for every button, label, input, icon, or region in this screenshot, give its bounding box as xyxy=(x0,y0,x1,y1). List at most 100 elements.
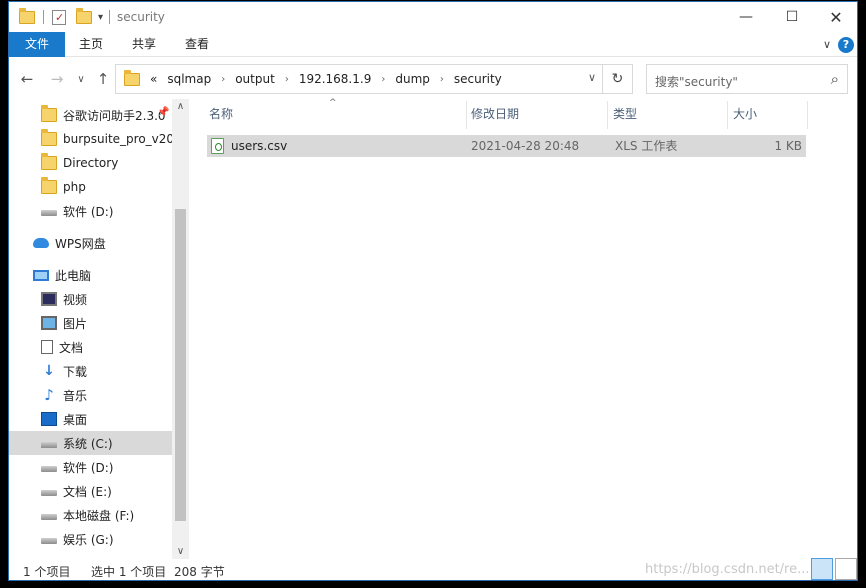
breadcrumb-separator-icon[interactable]: › xyxy=(440,74,444,85)
search-icon[interactable]: ⌕ xyxy=(831,70,839,88)
sidebar-item-label: 图片 xyxy=(63,316,88,331)
maximize-button[interactable]: ☐ xyxy=(769,2,815,32)
document-icon xyxy=(41,340,53,354)
csv-file-icon xyxy=(211,138,224,154)
sidebar-item-label: 谷歌访问助手2.3.0 xyxy=(63,108,166,123)
cloud-icon xyxy=(33,238,49,248)
breadcrumb-sqlmap[interactable]: sqlmap xyxy=(167,72,211,86)
sidebar-item-google-helper[interactable]: 谷歌访问助手2.3.0 xyxy=(9,103,172,127)
sidebar-item-system-c[interactable]: 系统 (C:) xyxy=(9,431,172,455)
quick-access-toolbar: ✓ ▾ xyxy=(19,7,111,26)
breadcrumb-output[interactable]: output xyxy=(235,72,275,86)
properties-check-icon[interactable]: ✓ xyxy=(52,9,66,25)
sidebar-item-label: 娱乐 (G:) xyxy=(63,532,114,547)
breadcrumb-security[interactable]: security xyxy=(454,72,502,86)
sidebar-item-pictures[interactable]: 图片 xyxy=(9,311,172,335)
sidebar-item-music[interactable]: ♪ 音乐 xyxy=(9,383,172,407)
forward-arrow-icon[interactable]: → xyxy=(47,70,67,88)
column-header-type[interactable]: 类型 xyxy=(609,99,727,129)
selection-size: 208 字节 xyxy=(174,565,225,579)
column-divider[interactable] xyxy=(807,101,808,129)
sidebar-item-directory[interactable]: Directory xyxy=(9,151,172,175)
sidebar-item-documents-e[interactable]: 文档 (E:) xyxy=(9,479,172,503)
column-divider[interactable] xyxy=(607,101,608,129)
address-bar[interactable]: « sqlmap › output › 192.168.1.9 › dump ›… xyxy=(115,64,633,94)
breadcrumb-ip[interactable]: 192.168.1.9 xyxy=(299,72,372,86)
picture-icon xyxy=(41,316,57,330)
sidebar-item-downloads[interactable]: ↓ 下载 xyxy=(9,359,172,383)
details-view-button[interactable] xyxy=(811,558,833,580)
close-button[interactable]: ✕ xyxy=(813,2,857,32)
scroll-up-icon[interactable]: ∧ xyxy=(172,101,189,112)
drive-icon xyxy=(41,466,57,472)
file-modified: 2021-04-28 20:48 xyxy=(471,139,580,153)
scrollbar-thumb[interactable] xyxy=(175,209,186,521)
breadcrumb-overflow[interactable]: « xyxy=(150,72,157,86)
sidebar-item-software-d[interactable]: 软件 (D:) xyxy=(9,455,172,479)
breadcrumb-separator-icon[interactable]: › xyxy=(381,74,385,85)
scroll-down-icon[interactable]: ∨ xyxy=(172,546,189,557)
pin-icon[interactable]: 📌 xyxy=(157,107,169,118)
title-bar: ✓ ▾ security — ☐ ✕ xyxy=(9,2,857,32)
sidebar-item-videos[interactable]: 视频 xyxy=(9,287,172,311)
large-icons-view-button[interactable] xyxy=(835,558,857,580)
sidebar-item-documents[interactable]: 文档 xyxy=(9,335,172,359)
new-folder-icon[interactable] xyxy=(76,7,92,24)
sidebar-item-label: 本地磁盘 (F:) xyxy=(63,508,135,523)
sidebar-item-label: 视频 xyxy=(63,292,88,307)
sidebar-scrollbar[interactable]: ∧ ∨ xyxy=(172,99,189,559)
back-arrow-icon[interactable]: ← xyxy=(17,70,37,88)
sidebar-item-label: 软件 (D:) xyxy=(63,204,114,219)
breadcrumb-dump[interactable]: dump xyxy=(395,72,430,86)
toolbar-divider xyxy=(43,10,44,24)
column-header-name[interactable]: 名称 xyxy=(205,99,467,129)
sidebar-item-entertainment-g[interactable]: 娱乐 (G:) xyxy=(9,527,172,551)
item-count: 1 个项目 xyxy=(23,565,71,579)
refresh-icon[interactable]: ↻ xyxy=(602,65,632,93)
window-title: security xyxy=(117,10,165,24)
drive-icon xyxy=(41,514,57,520)
sidebar-item-label: 系统 (C:) xyxy=(63,436,113,451)
sidebar-item-label: 下载 xyxy=(63,364,88,379)
customize-toolbar-icon[interactable]: ▾ xyxy=(98,12,103,23)
search-box[interactable]: 搜索"security" ⌕ xyxy=(646,64,848,94)
download-icon: ↓ xyxy=(43,363,55,379)
desktop-icon xyxy=(41,412,57,426)
selection-count: 选中 1 个项目 xyxy=(91,565,167,579)
music-icon: ♪ xyxy=(44,386,54,404)
explorer-window: ✓ ▾ security — ☐ ✕ 文件 主页 共享 查看 ∨ ? ← → ∨… xyxy=(8,1,858,581)
search-input[interactable]: 搜索"security" xyxy=(655,73,738,90)
file-type: XLS 工作表 xyxy=(615,139,678,153)
tab-share[interactable]: 共享 xyxy=(124,32,164,57)
sidebar-item-this-pc[interactable]: 此电脑 xyxy=(9,263,172,287)
drive-icon xyxy=(41,490,57,496)
video-icon xyxy=(41,292,57,306)
computer-icon xyxy=(33,269,49,281)
sidebar-item-label: 此电脑 xyxy=(55,268,92,283)
help-icon[interactable]: ? xyxy=(838,37,854,53)
sidebar-item-desktop[interactable]: 桌面 xyxy=(9,407,172,431)
sidebar-item-burpsuite[interactable]: burpsuite_pro_v202 xyxy=(9,127,172,151)
sidebar-item-label: 文档 xyxy=(59,340,84,355)
up-arrow-icon[interactable]: ↑ xyxy=(93,70,113,88)
column-header-size[interactable]: 大小 xyxy=(729,99,807,129)
sidebar-item-php[interactable]: php xyxy=(9,175,172,199)
tab-file[interactable]: 文件 xyxy=(9,32,65,57)
column-header-modified[interactable]: 修改日期 xyxy=(467,99,607,129)
file-row[interactable]: users.csv 2021-04-28 20:48 XLS 工作表 1 KB xyxy=(207,135,806,157)
sidebar-item-label: WPS网盘 xyxy=(55,236,106,251)
expand-ribbon-chevron-icon[interactable]: ∨ xyxy=(823,38,831,51)
column-divider[interactable] xyxy=(727,101,728,129)
recent-locations-chevron-icon[interactable]: ∨ xyxy=(71,74,91,85)
tab-home[interactable]: 主页 xyxy=(71,32,111,57)
sidebar-item-label: burpsuite_pro_v202 xyxy=(63,132,172,146)
breadcrumb-separator-icon[interactable]: › xyxy=(285,74,289,85)
sidebar-item-local-disk-f[interactable]: 本地磁盘 (F:) xyxy=(9,503,172,527)
address-history-chevron-icon[interactable]: ∨ xyxy=(588,71,596,84)
tab-view[interactable]: 查看 xyxy=(177,32,217,57)
minimize-button[interactable]: — xyxy=(723,2,769,32)
sidebar-item-software-d-quick[interactable]: 软件 (D:) xyxy=(9,199,172,223)
sidebar-item-wps-cloud[interactable]: WPS网盘 xyxy=(9,231,172,255)
folder-icon xyxy=(41,105,57,122)
breadcrumb-separator-icon[interactable]: › xyxy=(221,74,225,85)
